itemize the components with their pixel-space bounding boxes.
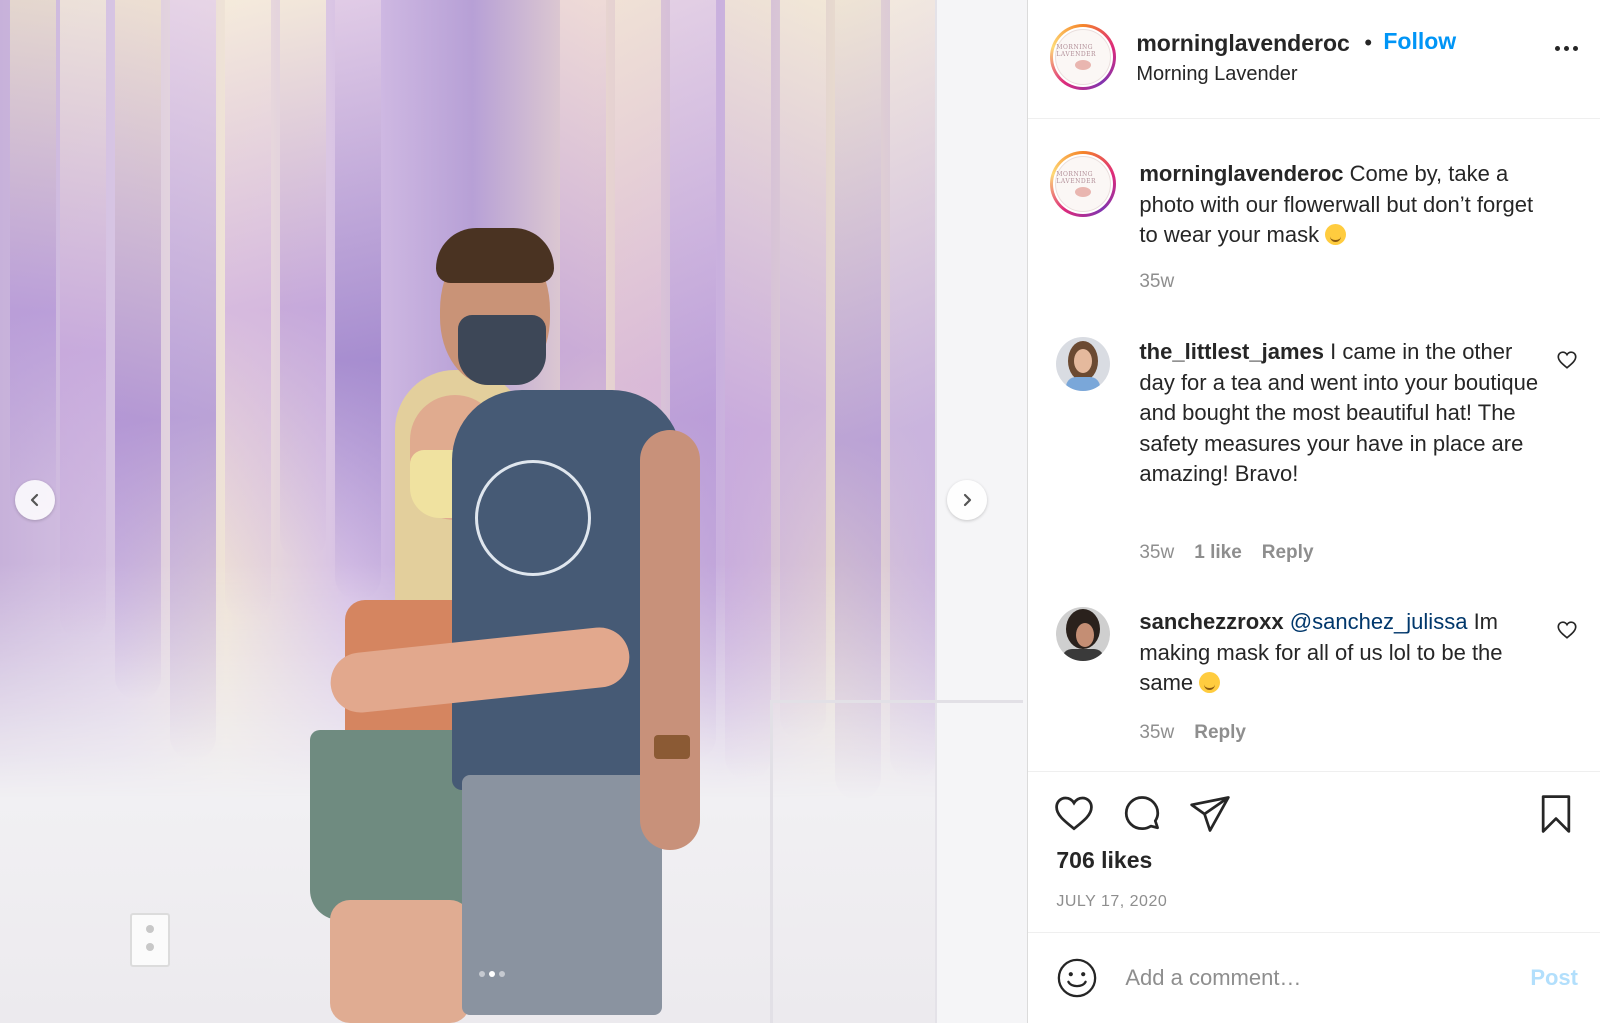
man-arm [640, 430, 700, 850]
heart-icon [1557, 351, 1577, 369]
comment-time[interactable]: 35w [1139, 722, 1174, 744]
comment-username[interactable]: sanchezzroxx [1139, 609, 1283, 634]
carousel-indicator [479, 971, 505, 977]
emoji-picker-button[interactable] [1056, 957, 1098, 999]
wisteria [10, 0, 56, 520]
emoji-icon [1058, 958, 1097, 998]
comment-button[interactable] [1120, 792, 1164, 836]
shirt-logo [475, 460, 591, 576]
wristwatch [654, 735, 690, 759]
comment-composer: Post [1028, 932, 1600, 1023]
brand-logo: MORNING LAVENDER [1055, 29, 1112, 85]
share-button[interactable] [1188, 792, 1232, 836]
man-shorts [462, 775, 662, 1015]
likes-count[interactable]: 706 likes [1056, 847, 1152, 874]
wisteria [725, 0, 771, 780]
previous-photo-button[interactable] [15, 480, 55, 520]
more-icon [1555, 46, 1560, 51]
wisteria [60, 0, 106, 640]
comment-text: the_littlest_james I came in the other d… [1139, 337, 1549, 490]
bookmark-icon [1541, 795, 1571, 833]
post-photo [0, 0, 1028, 1023]
like-button[interactable] [1052, 792, 1096, 836]
comment-meta: 35w 1 like Reply [1139, 542, 1313, 564]
wisteria [780, 0, 826, 740]
action-bar: 706 likes JULY 17, 2020 [1028, 771, 1600, 932]
wisteria [890, 0, 936, 780]
woman-legs [330, 900, 470, 1023]
comment-text: sanchezzroxx @sanchez_julissa Im making … [1139, 607, 1549, 699]
chevron-left-icon [30, 493, 39, 507]
share-icon [1190, 796, 1231, 832]
dark-face-mask [458, 315, 546, 385]
wall-outlet [130, 913, 170, 967]
post-date[interactable]: JULY 17, 2020 [1056, 893, 1167, 911]
man-hair [436, 228, 554, 283]
like-comment-button[interactable] [1556, 349, 1578, 371]
separator-dot: • [1364, 30, 1373, 55]
wisteria [280, 0, 326, 560]
chevron-right-icon [963, 493, 972, 507]
comment-username[interactable]: the_littlest_james [1139, 339, 1324, 364]
post-comment-button[interactable]: Post [1530, 965, 1578, 991]
wisteria [335, 0, 381, 600]
commenter-avatar[interactable] [1056, 607, 1111, 661]
comment-meta: 35w Reply [1139, 722, 1246, 744]
carousel-dot [479, 971, 485, 977]
comments-list[interactable]: MORNING LAVENDER morninglavenderoc Come … [1028, 119, 1600, 771]
carousel-dot [499, 971, 505, 977]
carousel-dot-active [489, 971, 495, 977]
brand-logo: MORNING LAVENDER [1055, 156, 1112, 212]
wisteria [835, 0, 881, 800]
comment-icon [1125, 796, 1160, 831]
more-options-button[interactable] [1555, 46, 1578, 51]
comment-time[interactable]: 35w [1139, 542, 1174, 564]
post-header: MORNING LAVENDER morninglavenderoc • Fol… [1028, 0, 1600, 119]
reply-button[interactable]: Reply [1262, 542, 1314, 564]
wisteria [115, 0, 161, 700]
profile-avatar[interactable]: MORNING LAVENDER [1050, 24, 1117, 90]
caption-username[interactable]: morninglavenderoc [1139, 161, 1343, 186]
commenter-avatar[interactable] [1056, 337, 1111, 391]
user-mention[interactable]: @sanchez_julissa [1290, 609, 1468, 634]
like-comment-button[interactable] [1556, 619, 1578, 641]
reply-button[interactable]: Reply [1194, 722, 1246, 744]
heart-icon [1557, 621, 1577, 639]
wisteria [225, 0, 271, 620]
profile-username[interactable]: morninglavenderoc [1136, 30, 1349, 57]
avatar [1056, 607, 1111, 661]
caption-text: morninglavenderoc Come by, take a photo … [1139, 159, 1549, 251]
follow-button[interactable]: Follow [1383, 28, 1456, 55]
laughing-face-emoji [1199, 672, 1221, 693]
wall-molding [770, 700, 1023, 1023]
caption-time[interactable]: 35w [1139, 271, 1174, 293]
smiling-face-emoji [1325, 224, 1347, 245]
save-button[interactable] [1534, 792, 1578, 836]
next-photo-button[interactable] [947, 480, 987, 520]
caption-avatar[interactable]: MORNING LAVENDER [1050, 151, 1117, 217]
caption-meta: 35w [1139, 271, 1174, 293]
avatar [1056, 337, 1111, 391]
instagram-post: MORNING LAVENDER morninglavenderoc • Fol… [0, 0, 1600, 1023]
comment-input[interactable] [1123, 957, 1498, 999]
location-link[interactable]: Morning Lavender [1136, 63, 1297, 86]
post-sidebar: MORNING LAVENDER morninglavenderoc • Fol… [1027, 0, 1600, 1023]
comment-likes[interactable]: 1 like [1194, 542, 1242, 564]
heart-icon [1055, 796, 1094, 831]
wisteria [170, 0, 216, 760]
